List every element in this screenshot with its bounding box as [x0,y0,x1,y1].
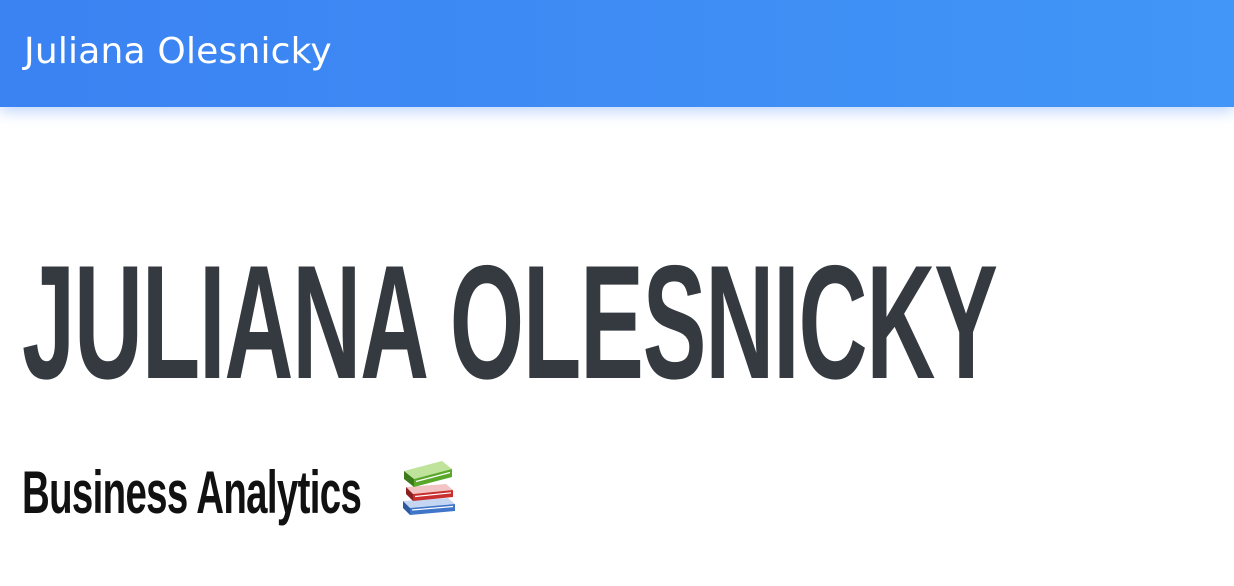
books-icon [403,461,455,515]
subtitle-row: Business Analytics [22,455,552,535]
top-navbar: Juliana Olesnicky [0,0,1234,107]
navbar-brand-link[interactable]: Juliana Olesnicky [24,26,332,78]
hero-subtitle: Business Analytics [22,459,362,526]
hero-title: JULIANA OLESNICKY [22,232,998,413]
